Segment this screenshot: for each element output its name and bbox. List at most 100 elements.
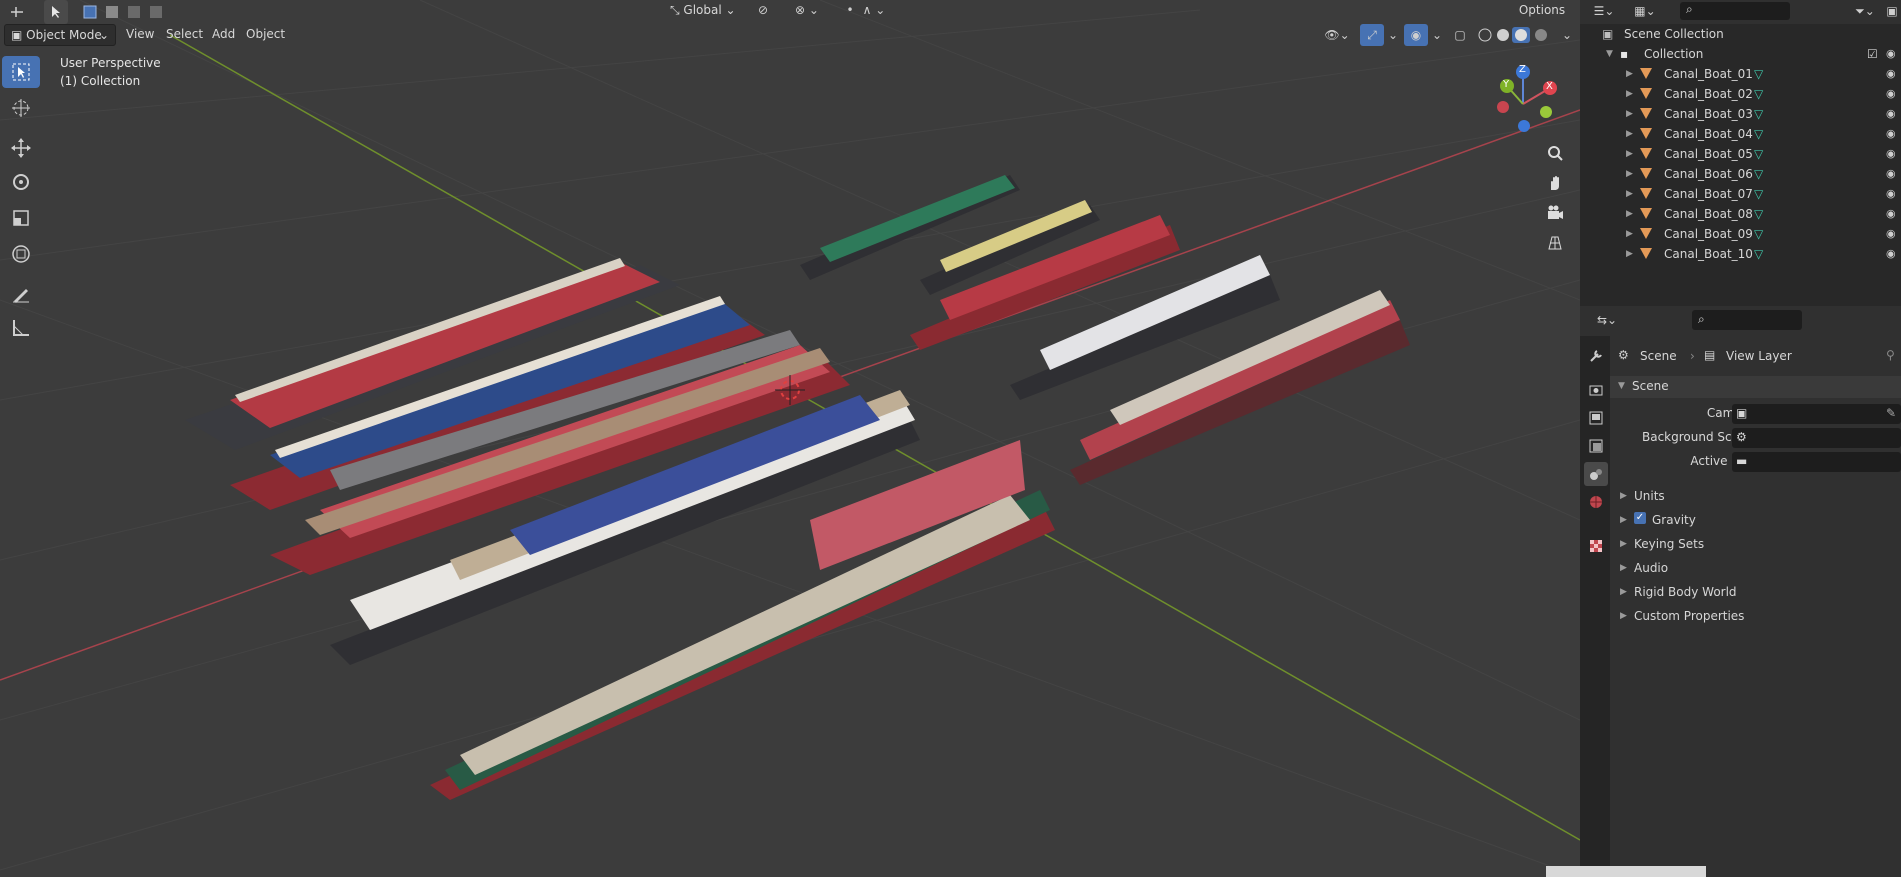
collection-checkbox[interactable]: ☑ xyxy=(1867,44,1878,64)
section-header[interactable]: ▶ Audio xyxy=(1610,558,1901,580)
eye-icon[interactable]: ◉ xyxy=(1886,244,1896,264)
texture-tab-icon[interactable] xyxy=(1584,534,1608,558)
eye-icon[interactable]: ◉ xyxy=(1886,64,1896,84)
mesh-data-icon[interactable]: ▽ xyxy=(1754,64,1763,84)
outliner-row-object[interactable]: ▶ Canal_Boat_03 ▽ ◉ xyxy=(1580,104,1901,124)
section-header[interactable]: ▶ ✓ Gravity xyxy=(1610,510,1901,532)
output-tab-icon[interactable] xyxy=(1584,406,1608,430)
chevron-right-icon[interactable]: ▶ xyxy=(1626,184,1633,204)
properties-search-input[interactable]: ⌕ xyxy=(1692,310,1802,330)
chevron-right-icon[interactable]: ▶ xyxy=(1626,224,1633,244)
pin-icon[interactable]: ⚲ xyxy=(1886,348,1895,362)
shading-modes-icons[interactable] xyxy=(1476,24,1556,46)
section-header[interactable]: ▶ Rigid Body World xyxy=(1610,582,1901,604)
world-tab-icon[interactable] xyxy=(1584,490,1608,514)
scene-panel-header[interactable]: ▼ Scene xyxy=(1610,376,1901,398)
mesh-data-icon[interactable]: ▽ xyxy=(1754,204,1763,224)
eye-icon[interactable]: ◉ xyxy=(1886,164,1896,184)
gravity-checkbox[interactable]: ✓ xyxy=(1634,512,1646,524)
chevron-down-icon[interactable]: ▼ xyxy=(1606,44,1613,64)
menu-object[interactable]: Object xyxy=(240,24,291,44)
menu-add[interactable]: Add xyxy=(206,24,241,44)
mesh-data-icon[interactable]: ▽ xyxy=(1754,144,1763,164)
section-header[interactable]: ▶ Units xyxy=(1610,486,1901,508)
mesh-data-icon[interactable]: ▽ xyxy=(1754,224,1763,244)
zoom-icon[interactable] xyxy=(1540,138,1570,168)
chevron-down-icon[interactable]: ⌄ xyxy=(1430,24,1444,46)
outliner-row-object[interactable]: ▶ Canal_Boat_07 ▽ ◉ xyxy=(1580,184,1901,204)
mesh-data-icon[interactable]: ▽ xyxy=(1754,84,1763,104)
outliner-row-object[interactable]: ▶ Canal_Boat_02 ▽ ◉ xyxy=(1580,84,1901,104)
proportional-edit-icon[interactable]: • xyxy=(840,0,860,20)
options-dropdown[interactable]: Options ⌄ xyxy=(1508,0,1576,37)
rotate-tool[interactable] xyxy=(2,166,40,198)
active-clip-field[interactable]: ▬ xyxy=(1732,452,1901,472)
outliner-row-object[interactable]: ▶ Canal_Boat_08 ▽ ◉ xyxy=(1580,204,1901,224)
select-tool-icon[interactable] xyxy=(44,0,68,24)
chevron-right-icon[interactable]: ▶ xyxy=(1626,144,1633,164)
render-tab-icon[interactable] xyxy=(1584,378,1608,402)
tool-settings-tab-icon[interactable] xyxy=(1584,344,1608,368)
annotate-tool[interactable] xyxy=(2,278,40,310)
outliner-row-object[interactable]: ▶ Canal_Boat_06 ▽ ◉ xyxy=(1580,164,1901,184)
chevron-right-icon[interactable]: ▶ xyxy=(1626,124,1633,144)
camera-view-icon[interactable] xyxy=(1540,198,1570,228)
outliner-row-object[interactable]: ▶ Canal_Boat_04 ▽ ◉ xyxy=(1580,124,1901,144)
chevron-down-icon[interactable]: ⌄ xyxy=(1386,24,1400,46)
eye-icon[interactable]: ◉ xyxy=(1886,144,1896,164)
eye-icon[interactable]: ◉ xyxy=(1886,84,1896,104)
scale-tool[interactable] xyxy=(2,202,40,234)
outliner-row-scene-collection[interactable]: ▣ Scene Collection xyxy=(1580,24,1901,44)
menu-view[interactable]: View xyxy=(120,24,160,44)
cursor-tool[interactable] xyxy=(2,92,40,124)
editor-type-icon[interactable]: ☰⌄ xyxy=(1592,2,1616,20)
mesh-data-icon[interactable]: ▽ xyxy=(1754,184,1763,204)
mesh-data-icon[interactable]: ▽ xyxy=(1754,104,1763,124)
eye-icon[interactable]: ◉ xyxy=(1886,184,1896,204)
mesh-data-icon[interactable]: ▽ xyxy=(1754,124,1763,144)
section-header[interactable]: ▶ Keying Sets xyxy=(1610,534,1901,556)
outliner-row-collection[interactable]: ▼ ▪ Collection ☑ ◉ xyxy=(1580,44,1901,64)
measure-tool[interactable] xyxy=(2,312,40,344)
falloff-icon[interactable]: ∧ ⌄ xyxy=(860,0,888,20)
select-box-tool[interactable] xyxy=(2,56,40,88)
eye-icon[interactable]: ◉ xyxy=(1886,124,1896,144)
overlays-icon[interactable]: ◉ xyxy=(1404,24,1428,46)
editor-type-icon[interactable] xyxy=(4,2,30,22)
selection-mode-icons[interactable] xyxy=(82,2,178,22)
snap-icon[interactable]: ⊗ ⌄ xyxy=(782,0,832,20)
outliner-row-object[interactable]: ▶ Canal_Boat_10 ▽ ◉ xyxy=(1580,244,1901,264)
eyedropper-icon[interactable]: ✎ xyxy=(1886,406,1896,420)
outliner-row-object[interactable]: ▶ Canal_Boat_01 ▽ ◉ xyxy=(1580,64,1901,84)
navigation-gizmo[interactable]: Z X Y xyxy=(1490,60,1560,140)
gizmo-toggle-icon[interactable]: ⤢ xyxy=(1360,24,1384,46)
ortho-grid-icon[interactable] xyxy=(1540,228,1570,258)
filter-icon[interactable]: ⏷⌄ xyxy=(1850,2,1880,20)
section-header[interactable]: ▶ Custom Properties xyxy=(1610,606,1901,628)
menu-select[interactable]: Select xyxy=(160,24,209,44)
transform-tool[interactable] xyxy=(2,238,40,270)
outliner-search-input[interactable]: ⌕ xyxy=(1680,2,1790,20)
chevron-right-icon[interactable]: ▶ xyxy=(1626,84,1633,104)
chevron-right-icon[interactable]: ▶ xyxy=(1626,244,1633,264)
chevron-right-icon[interactable]: ▶ xyxy=(1626,164,1633,184)
chevron-right-icon[interactable]: ▶ xyxy=(1626,104,1633,124)
xray-icon[interactable]: ▢ xyxy=(1450,24,1470,46)
move-tool[interactable] xyxy=(2,132,40,164)
pivot-point-icon[interactable]: ⊘ xyxy=(748,0,778,20)
eye-icon[interactable]: ◉ xyxy=(1886,204,1896,224)
visibility-icon[interactable]: 👁⌄ xyxy=(1324,24,1350,46)
mesh-data-icon[interactable]: ▽ xyxy=(1754,244,1763,264)
pan-hand-icon[interactable] xyxy=(1540,168,1570,198)
outliner-row-object[interactable]: ▶ Canal_Boat_09 ▽ ◉ xyxy=(1580,224,1901,244)
outliner-row-object[interactable]: ▶ Canal_Boat_05 ▽ ◉ xyxy=(1580,144,1901,164)
chevron-right-icon[interactable]: ▶ xyxy=(1626,64,1633,84)
transform-orientation-dropdown[interactable]: ⤡ Global ⌄ xyxy=(664,0,750,20)
eye-icon[interactable]: ◉ xyxy=(1886,44,1896,64)
eye-icon[interactable]: ◉ xyxy=(1886,104,1896,124)
mode-dropdown[interactable]: ▣ Object Mode ⌄ xyxy=(4,24,116,46)
display-mode-icon[interactable]: ▦⌄ xyxy=(1632,2,1658,20)
camera-field[interactable]: ▣ ✎ xyxy=(1732,404,1901,424)
3d-viewport[interactable]: ▣ Object Mode ⌄ View Select Add Object ⤡… xyxy=(0,0,1580,877)
new-collection-icon[interactable]: ▣ xyxy=(1884,2,1900,20)
